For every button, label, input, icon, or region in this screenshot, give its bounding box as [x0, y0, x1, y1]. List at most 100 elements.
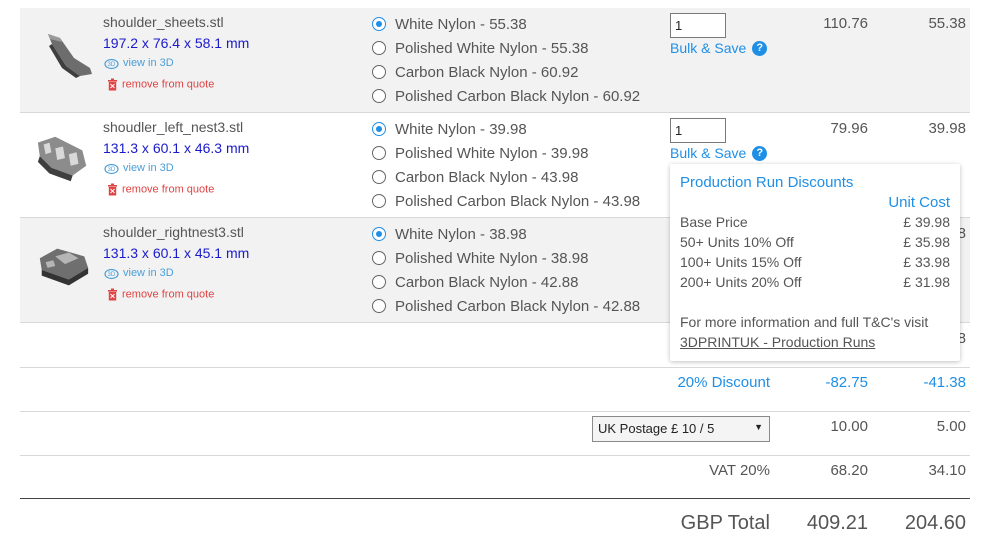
radio-button[interactable]: [372, 251, 386, 265]
view-3d-link[interactable]: 3D view in 3D: [104, 161, 174, 175]
view-3d-label: view in 3D: [123, 56, 174, 69]
question-icon[interactable]: ?: [752, 40, 768, 56]
option-label: White Nylon - 38.98: [395, 225, 527, 243]
divider: [20, 367, 970, 368]
line-price-b: 55.38: [928, 15, 966, 32]
radio-button[interactable]: [372, 122, 386, 136]
material-option[interactable]: Carbon Black Nylon - 42.88: [372, 272, 578, 292]
quantity-input[interactable]: [670, 13, 726, 38]
file-name: shoudler_left_nest3.stl: [103, 119, 244, 135]
vat-b: 34.10: [928, 462, 966, 479]
option-label: Carbon Black Nylon - 60.92: [395, 63, 579, 81]
radio-button[interactable]: [372, 146, 386, 160]
file-name: shoulder_rightnest3.stl: [103, 224, 244, 240]
postage-a: 10.00: [830, 418, 868, 435]
view-3d-link[interactable]: 3D view in 3D: [104, 266, 174, 280]
option-label: Polished Carbon Black Nylon - 43.98: [395, 192, 641, 210]
material-option[interactable]: White Nylon - 38.98: [372, 224, 527, 244]
model-dimensions: 131.3 x 60.1 x 45.1 mm: [103, 245, 250, 261]
radio-button[interactable]: [372, 227, 386, 241]
model-thumbnail[interactable]: [34, 238, 92, 294]
radio-button[interactable]: [372, 170, 386, 184]
postage-select[interactable]: UK Postage £ 10 / 5 ▼: [592, 416, 770, 442]
divider: [20, 112, 970, 113]
view-3d-label: view in 3D: [123, 266, 174, 279]
discount-tier-value: £ 33.98: [903, 254, 950, 270]
model-dimensions: 197.2 x 76.4 x 58.1 mm: [103, 35, 250, 51]
remove-from-quote-link[interactable]: remove from quote: [107, 78, 214, 91]
option-label: Carbon Black Nylon - 43.98: [395, 168, 579, 186]
material-option[interactable]: White Nylon - 55.38: [372, 14, 527, 34]
rotate-3d-icon: 3D: [104, 268, 119, 280]
line-price-a: 79.96: [830, 120, 868, 137]
material-option[interactable]: White Nylon - 39.98: [372, 119, 527, 139]
divider: [20, 411, 970, 412]
radio-button[interactable]: [372, 275, 386, 289]
remove-label: remove from quote: [122, 78, 215, 91]
radio-button[interactable]: [372, 41, 386, 55]
production-run-discounts-popup: Production Run Discounts Unit Cost Base …: [670, 164, 960, 361]
material-option[interactable]: Polished White Nylon - 38.98: [372, 248, 588, 268]
line-price-b: 39.98: [928, 120, 966, 137]
material-option[interactable]: Carbon Black Nylon - 60.92: [372, 62, 578, 82]
bulk-save-label: Bulk & Save: [670, 40, 747, 56]
radio-button[interactable]: [372, 299, 386, 313]
remove-from-quote-link[interactable]: remove from quote: [107, 288, 214, 301]
view-3d-label: view in 3D: [123, 161, 174, 174]
bulk-save-link[interactable]: Bulk & Save?: [670, 40, 768, 56]
question-icon[interactable]: ?: [752, 145, 768, 161]
line-price-a: 110.76: [823, 15, 868, 32]
discount-tier-value: £ 31.98: [903, 274, 950, 290]
production-runs-link[interactable]: 3DPRINTUK - Production Runs: [680, 334, 875, 350]
chevron-down-icon: ▼: [754, 422, 763, 432]
remove-label: remove from quote: [122, 183, 215, 196]
option-label: White Nylon - 55.38: [395, 15, 527, 33]
discount-tier-label: Base Price: [680, 214, 748, 230]
quantity-input[interactable]: [670, 118, 726, 143]
discount-tier-label: 200+ Units 20% Off: [680, 274, 802, 290]
view-3d-link[interactable]: 3D view in 3D: [104, 56, 174, 70]
radio-button[interactable]: [372, 89, 386, 103]
option-label: Polished White Nylon - 39.98: [395, 144, 589, 162]
bulk-save-link[interactable]: Bulk & Save?: [670, 145, 768, 161]
vat-label: VAT 20%: [709, 462, 770, 479]
total-a: 409.21: [806, 512, 868, 534]
trash-icon: [108, 183, 117, 196]
discount-b: -41.38: [923, 374, 966, 391]
discount-a: -82.75: [825, 374, 868, 391]
vat-a: 68.20: [830, 462, 868, 479]
option-label: White Nylon - 39.98: [395, 120, 527, 138]
radio-button[interactable]: [372, 17, 386, 31]
discount-label: 20% Discount: [677, 374, 770, 391]
divider: [20, 455, 970, 456]
radio-button[interactable]: [372, 65, 386, 79]
material-option[interactable]: Carbon Black Nylon - 43.98: [372, 167, 578, 187]
option-label: Carbon Black Nylon - 42.88: [395, 273, 579, 291]
total-divider: [20, 498, 970, 499]
remove-from-quote-link[interactable]: remove from quote: [107, 183, 214, 196]
radio-button[interactable]: [372, 194, 386, 208]
material-option[interactable]: Polished White Nylon - 55.38: [372, 38, 588, 58]
model-thumbnail[interactable]: [40, 28, 98, 84]
popup-title: Production Run Discounts: [680, 174, 854, 191]
material-option[interactable]: Polished Carbon Black Nylon - 60.92: [372, 86, 640, 106]
trash-icon: [108, 288, 117, 301]
discount-tier-value: £ 35.98: [903, 234, 950, 250]
discount-tier-label: 50+ Units 10% Off: [680, 234, 794, 250]
svg-text:3D: 3D: [108, 272, 116, 278]
postage-selected: UK Postage £ 10 / 5: [598, 421, 715, 436]
svg-text:3D: 3D: [108, 62, 116, 68]
rotate-3d-icon: 3D: [104, 58, 119, 70]
discount-tier-label: 100+ Units 15% Off: [680, 254, 802, 270]
model-dimensions: 131.3 x 60.1 x 46.3 mm: [103, 140, 250, 156]
svg-text:3D: 3D: [108, 167, 116, 173]
material-option[interactable]: Polished Carbon Black Nylon - 42.88: [372, 296, 640, 316]
unit-cost-header: Unit Cost: [888, 194, 950, 211]
material-option[interactable]: Polished White Nylon - 39.98: [372, 143, 588, 163]
option-label: Polished White Nylon - 55.38: [395, 39, 589, 57]
bulk-save-label: Bulk & Save: [670, 145, 747, 161]
material-option[interactable]: Polished Carbon Black Nylon - 43.98: [372, 191, 640, 211]
discount-tier-value: £ 39.98: [903, 214, 950, 230]
option-label: Polished Carbon Black Nylon - 42.88: [395, 297, 641, 315]
model-thumbnail[interactable]: [34, 132, 92, 188]
